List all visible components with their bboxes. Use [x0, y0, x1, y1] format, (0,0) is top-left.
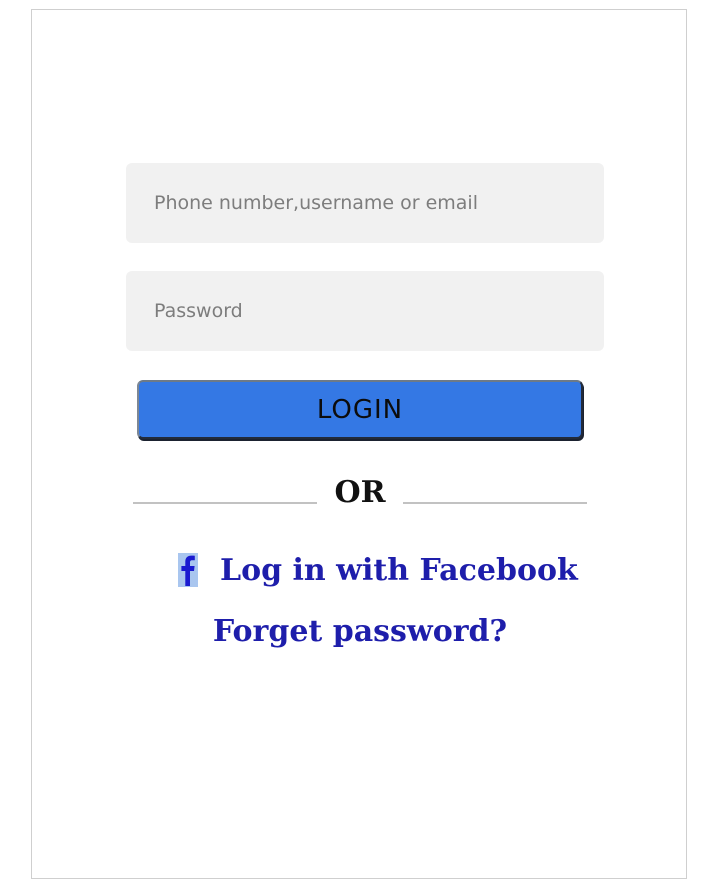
divider-line-right	[403, 502, 587, 504]
facebook-icon	[178, 553, 198, 587]
username-field[interactable]	[126, 163, 604, 243]
password-field[interactable]	[126, 271, 604, 351]
login-button[interactable]: LOGIN	[137, 380, 583, 439]
login-card	[31, 9, 687, 879]
or-divider-label: OR	[334, 475, 386, 510]
forgot-password-link[interactable]: Forget password?	[0, 614, 720, 649]
facebook-login-label: Log in with Facebook	[220, 552, 578, 588]
facebook-login-link[interactable]: Log in with Facebook	[178, 549, 578, 591]
divider-line-left	[133, 502, 317, 504]
